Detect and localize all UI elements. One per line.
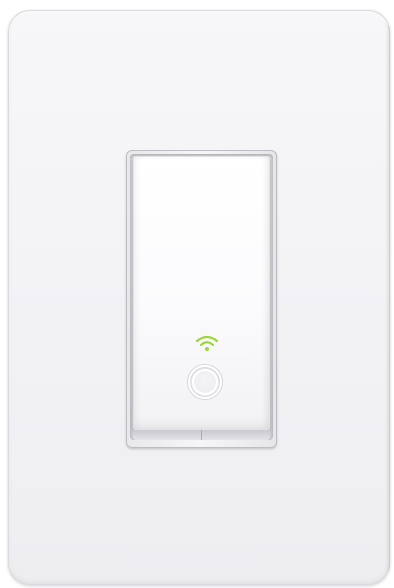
wall-plate-edge-shadow xyxy=(385,24,390,572)
wifi-icon xyxy=(195,335,219,351)
power-button-ring xyxy=(192,369,218,395)
wifi-dot xyxy=(205,347,209,351)
power-button[interactable] xyxy=(188,365,222,399)
rocker-lip-seam xyxy=(201,430,202,440)
rocker-bottom-lip xyxy=(133,430,270,440)
rocker-paddle[interactable] xyxy=(133,156,270,430)
product-photo xyxy=(0,0,394,588)
wifi-arc-middle xyxy=(199,341,215,347)
wifi-arc-outer xyxy=(195,335,219,343)
switch-frame xyxy=(126,150,277,448)
